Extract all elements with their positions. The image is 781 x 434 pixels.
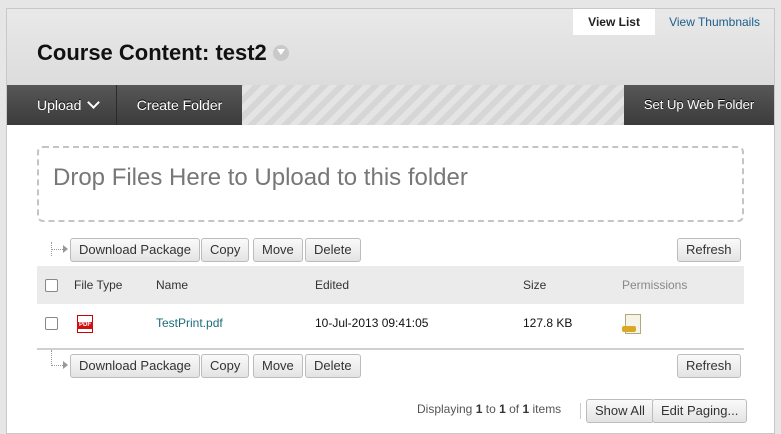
table-row: TestPrint.pdf 10-Jul-2013 09:41:05 127.8… xyxy=(37,304,744,350)
divider xyxy=(580,403,581,419)
move-button[interactable]: Move xyxy=(253,238,303,262)
copy-button[interactable]: Copy xyxy=(201,354,250,378)
top-toolbar: Download Package Copy Move Delete Refres… xyxy=(7,238,774,264)
content-frame: View List View Thumbnails Course Content… xyxy=(6,8,775,434)
col-size[interactable]: Size xyxy=(523,266,546,304)
col-edited[interactable]: Edited xyxy=(315,266,349,304)
paging-total: 1 xyxy=(522,402,530,416)
drop-zone[interactable]: Drop Files Here to Upload to this folder xyxy=(37,146,744,222)
list-header: File Type Name Edited Size Permissions xyxy=(37,266,744,304)
tree-connector xyxy=(51,350,53,366)
create-folder-button[interactable]: Create Folder xyxy=(117,85,242,125)
upload-label: Upload xyxy=(37,97,82,113)
download-package-button[interactable]: Download Package xyxy=(70,238,201,262)
move-button[interactable]: Move xyxy=(253,354,303,378)
delete-button[interactable]: Delete xyxy=(305,238,361,262)
row-checkbox[interactable] xyxy=(45,317,58,330)
tab-view-list[interactable]: View List xyxy=(573,9,656,35)
paging-of-word: of xyxy=(509,402,520,416)
copy-button[interactable]: Copy xyxy=(201,238,250,262)
file-name-link[interactable]: TestPrint.pdf xyxy=(156,304,223,342)
action-bar: Upload Create Folder Set Up Web Folder xyxy=(7,85,774,125)
page-title: Course Content: test2 xyxy=(37,40,289,66)
paging-to-word: to xyxy=(485,402,496,416)
file-edited: 10-Jul-2013 09:41:05 xyxy=(315,316,429,330)
drop-zone-text: Drop Files Here to Upload to this folder xyxy=(53,164,468,191)
view-tabs: View List View Thumbnails xyxy=(573,9,774,35)
file-size: 127.8 KB xyxy=(523,316,573,330)
select-all-checkbox[interactable] xyxy=(45,279,58,292)
delete-button[interactable]: Delete xyxy=(305,354,361,378)
chevron-down-icon[interactable] xyxy=(272,45,289,61)
page-header: View List View Thumbnails Course Content… xyxy=(7,9,774,85)
caret-down-icon xyxy=(87,96,101,109)
paging-to: 1 xyxy=(499,402,506,416)
show-all-button[interactable]: Show All xyxy=(586,399,654,423)
paging-from: 1 xyxy=(475,402,483,416)
bottom-toolbar: Download Package Copy Move Delete Refres… xyxy=(7,350,774,380)
paging-prefix: Displaying xyxy=(417,402,473,416)
set-up-web-folder-button[interactable]: Set Up Web Folder xyxy=(624,85,774,125)
permissions-icon[interactable] xyxy=(622,314,642,334)
download-package-button[interactable]: Download Package xyxy=(70,354,201,378)
pdf-file-icon xyxy=(77,315,93,333)
refresh-button[interactable]: Refresh xyxy=(677,354,741,378)
upload-button[interactable]: Upload xyxy=(7,85,117,125)
col-file-type[interactable]: File Type xyxy=(74,266,122,304)
col-name[interactable]: Name xyxy=(156,266,188,304)
page-title-text: Course Content: test2 xyxy=(37,40,267,65)
edit-paging-button[interactable]: Edit Paging... xyxy=(652,399,748,423)
paging-suffix: items xyxy=(532,402,562,416)
refresh-button[interactable]: Refresh xyxy=(677,238,741,262)
tab-view-thumbnails[interactable]: View Thumbnails xyxy=(655,9,774,35)
col-permissions: Permissions xyxy=(622,278,688,292)
paging-status: Displaying 1 to 1 of 1 items xyxy=(417,402,561,416)
arrow-icon xyxy=(63,361,68,369)
arrow-icon xyxy=(63,245,68,253)
